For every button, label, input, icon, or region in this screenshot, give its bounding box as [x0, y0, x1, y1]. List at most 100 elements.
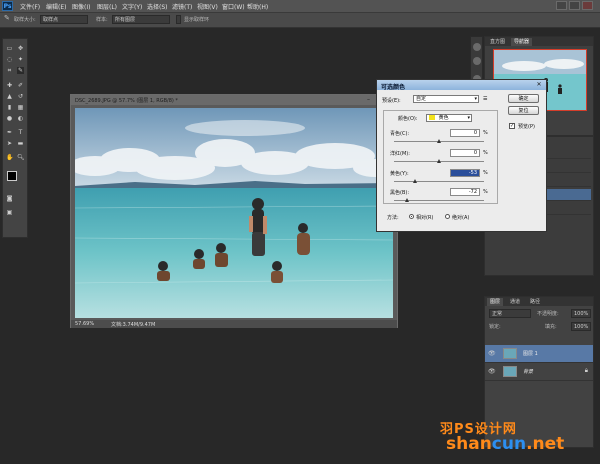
menu-filter[interactable]: 滤镜(T): [172, 2, 192, 11]
document-tab[interactable]: DSC_2689.JPG @ 57.7% (图层 1, RGB/8) * – □…: [71, 95, 397, 105]
info-panel-icon[interactable]: [473, 57, 481, 65]
layer-row-1[interactable]: 👁︎ 图层 1: [485, 345, 593, 363]
preset-select[interactable]: 自定 ▾: [413, 95, 479, 103]
fill-input[interactable]: 100%: [571, 322, 591, 331]
yellow-slider-thumb[interactable]: [413, 179, 418, 183]
menu-file[interactable]: 文件(F): [20, 2, 40, 11]
doc-minimize-icon[interactable]: –: [367, 96, 370, 103]
absolute-label: 绝对(A): [452, 215, 470, 221]
absolute-radio[interactable]: [445, 214, 450, 219]
yellow-input[interactable]: -53: [450, 169, 480, 177]
gradient-tool-icon[interactable]: ▦: [17, 104, 24, 111]
hand-tool-icon[interactable]: ✋: [6, 154, 13, 161]
layer-thumbnail: [503, 366, 517, 377]
zoom-readout[interactable]: 57.69%: [75, 321, 94, 327]
cyan-label: 青色(C):: [390, 131, 410, 137]
quick-mask-icon[interactable]: ◙: [6, 195, 13, 202]
blend-mode-select[interactable]: 正常: [489, 309, 531, 318]
navigator-tabbar: 直方图 导航器: [485, 37, 593, 46]
minimize-icon[interactable]: [556, 1, 567, 10]
history-brush-icon[interactable]: ↺: [17, 93, 24, 100]
chevron-down-icon: ▾: [474, 96, 477, 102]
stamp-tool-icon[interactable]: ▲: [6, 93, 13, 100]
zoom-tool-icon[interactable]: 🔍︎: [17, 154, 25, 161]
opacity-input[interactable]: 100%: [571, 309, 591, 318]
preview-checkbox[interactable]: ✓: [509, 123, 515, 129]
lock-label: 锁定:: [489, 324, 501, 330]
menu-help[interactable]: 帮助(H): [247, 2, 268, 11]
tab-layers[interactable]: 图层: [487, 298, 504, 306]
menu-edit[interactable]: 编辑(E): [46, 2, 66, 11]
eraser-tool-icon[interactable]: ▮: [6, 104, 13, 111]
document-size: 文档:3.74M/9.47M: [111, 322, 156, 328]
eyedropper-icon[interactable]: ✎: [4, 14, 10, 22]
black-input[interactable]: -72: [450, 188, 480, 196]
magic-wand-icon[interactable]: ✦: [17, 56, 24, 63]
eyedropper-tool-icon[interactable]: ✎: [17, 67, 24, 74]
tab-navigator[interactable]: 导航器: [511, 38, 533, 46]
window-controls: [556, 1, 596, 11]
move-tool-icon[interactable]: ✥: [17, 45, 24, 52]
document-window: DSC_2689.JPG @ 57.7% (图层 1, RGB/8) * – □…: [70, 94, 398, 328]
menu-select[interactable]: 选择(S): [147, 2, 168, 11]
layer-row-background[interactable]: 👁︎ 背景 🔒︎: [485, 363, 593, 381]
cyan-slider-thumb[interactable]: [437, 139, 441, 143]
brush-tool-icon[interactable]: ✐: [17, 82, 24, 89]
pen-tool-icon[interactable]: ✒: [6, 129, 13, 136]
history-panel-icon[interactable]: [473, 43, 481, 51]
reset-button[interactable]: 复位: [508, 106, 539, 115]
dialog-titlebar[interactable]: 可选颜色 ✕: [377, 80, 546, 91]
tab-paths[interactable]: 路径: [527, 298, 543, 306]
type-tool-icon[interactable]: T: [17, 129, 24, 136]
magenta-slider-thumb[interactable]: [437, 159, 441, 163]
photo-canvas[interactable]: [75, 108, 393, 318]
colors-label: 颜色(O):: [398, 116, 418, 122]
healing-brush-icon[interactable]: ✚: [6, 82, 13, 89]
yellow-label: 黄色(Y):: [390, 171, 409, 177]
shape-tool-icon[interactable]: ▬: [17, 140, 24, 147]
magenta-label: 洋红(M):: [390, 151, 410, 157]
menu-view[interactable]: 视图(V): [197, 2, 218, 11]
menu-type[interactable]: 文字(Y): [122, 2, 142, 11]
layer-name: 图层 1: [523, 351, 538, 357]
dodge-tool-icon[interactable]: ◐: [17, 115, 24, 122]
lasso-tool-icon[interactable]: ◌: [6, 56, 13, 63]
preset-options-icon[interactable]: ☰: [483, 96, 487, 102]
ring-checkbox[interactable]: [176, 15, 181, 24]
options-bar: ✎ 取样大小: 取样点 样本: 所有图层 显示取样环: [0, 13, 600, 28]
path-select-icon[interactable]: ➤: [6, 140, 13, 147]
menu-image[interactable]: 图像(I): [72, 2, 90, 11]
eye-icon[interactable]: 👁︎: [488, 350, 496, 357]
status-bar: 57.69% 文档:3.74M/9.47M: [71, 320, 397, 328]
lock-icon: 🔒︎: [584, 367, 588, 374]
black-slider-thumb[interactable]: [404, 198, 409, 202]
close-icon[interactable]: [582, 1, 593, 10]
tab-channels[interactable]: 通道: [507, 298, 523, 306]
tab-histogram[interactable]: 直方图: [487, 38, 508, 46]
menu-layer[interactable]: 图层(L): [97, 2, 117, 11]
cyan-input[interactable]: 0: [450, 129, 480, 137]
colors-select[interactable]: 黄色 ▾: [426, 114, 472, 122]
magenta-input[interactable]: 0: [450, 149, 480, 157]
sample-size-select[interactable]: 取样点: [40, 15, 88, 24]
menu-window[interactable]: 窗口(W): [222, 2, 245, 11]
selective-color-dialog: 可选颜色 ✕ 预设(E): 自定 ▾ ☰ 确定 复位 ✓ 预览(P) 颜色(O)…: [376, 79, 547, 232]
sample-select[interactable]: 所有图层: [112, 15, 170, 24]
colors-group: 颜色(O): 黄色 ▾ 青色(C): 0 % 洋红(M): 0 % 黄色(Y):…: [383, 110, 498, 204]
screen-mode-icon[interactable]: ▣: [6, 209, 13, 216]
layer-thumbnail: [503, 348, 517, 359]
preset-label: 预设(E):: [382, 98, 401, 104]
yellow-slider-track[interactable]: [394, 181, 484, 182]
preset-value: 自定: [416, 96, 427, 102]
beach-photo: [75, 108, 393, 318]
foreground-color-swatch[interactable]: [7, 171, 17, 181]
eye-icon[interactable]: 👁︎: [488, 368, 496, 375]
maximize-icon[interactable]: [569, 1, 580, 10]
close-icon[interactable]: ✕: [535, 81, 543, 89]
opacity-label: 不透明度:: [537, 311, 559, 317]
marquee-tool-icon[interactable]: ▭: [6, 45, 13, 52]
ok-button[interactable]: 确定: [508, 94, 539, 103]
blur-tool-icon[interactable]: ●: [6, 115, 13, 122]
crop-tool-icon[interactable]: ⌗: [6, 67, 13, 74]
relative-radio[interactable]: [409, 214, 414, 219]
